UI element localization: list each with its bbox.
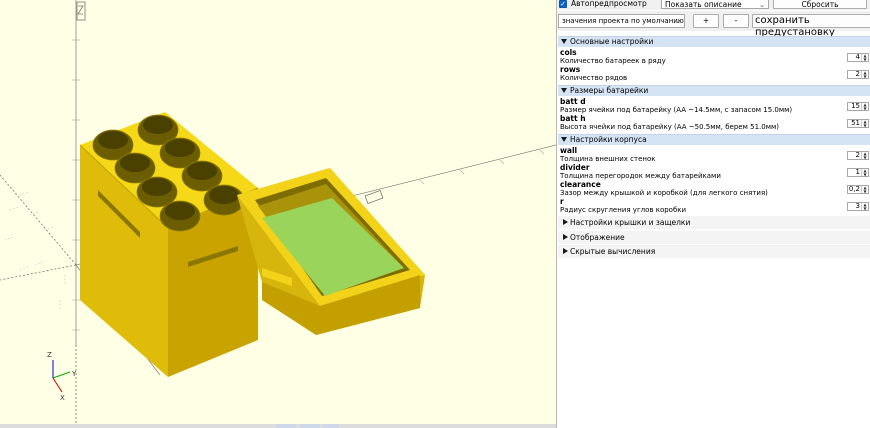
batt-d-spinbox[interactable]: 15 ▲ ▼ bbox=[847, 102, 869, 111]
spin-arrows-icon[interactable]: ▲ ▼ bbox=[861, 54, 868, 61]
expanded-triangle-icon bbox=[561, 39, 567, 44]
param-desc-wall: Толщина внешних стенок bbox=[560, 155, 656, 163]
chevron-down-icon: ⌄ bbox=[759, 1, 765, 9]
divider-spinbox[interactable]: 1 ▲ ▼ bbox=[847, 168, 869, 177]
wall-value: 2 bbox=[855, 151, 860, 159]
description-select[interactable]: Показать описание ⌄ bbox=[661, 0, 769, 9]
add-preset-button[interactable]: + bbox=[693, 14, 719, 28]
param-name-divider: divider bbox=[560, 163, 590, 172]
autopreview-label: Автопредпросмотр bbox=[571, 0, 647, 8]
axes-gizmo: Z Y X bbox=[47, 351, 77, 402]
lid-model bbox=[237, 168, 425, 335]
param-name-wall: wall bbox=[560, 146, 578, 155]
section-header-battery[interactable]: Размеры батарейки bbox=[558, 85, 870, 96]
clearance-spinbox[interactable]: 0,2 ▲ ▼ bbox=[847, 185, 869, 194]
r-spinbox[interactable]: 3 ▲ ▼ bbox=[847, 202, 869, 211]
cols-value: 4 bbox=[855, 53, 860, 61]
preset-row: значения проекта по умолчанию ⌄ + - сохр… bbox=[557, 11, 870, 38]
param-desc-batt-d: Размер ячейки под батарейку (AA ~14.5мм,… bbox=[560, 106, 793, 114]
autopreview-checkbox[interactable]: ✓ bbox=[559, 0, 567, 8]
status-bar bbox=[0, 424, 556, 428]
param-name-batt-h: batt h bbox=[560, 114, 586, 123]
spin-arrows-icon[interactable]: ▲ ▼ bbox=[861, 203, 868, 210]
param-name-batt-d: batt d bbox=[560, 97, 586, 106]
chevron-down-icon: ⌄ bbox=[675, 17, 681, 25]
scene-render: Z Y X bbox=[0, 0, 556, 428]
expanded-triangle-icon bbox=[561, 137, 567, 142]
param-name-rows: rows bbox=[560, 65, 581, 74]
spin-arrows-icon[interactable]: ▲ ▼ bbox=[861, 186, 868, 193]
toolbar-row: ✓ Автопредпросмотр Показать описание ⌄ С… bbox=[557, 0, 870, 10]
wall-spinbox[interactable]: 2 ▲ ▼ bbox=[847, 151, 869, 160]
param-desc-cols: Количество батареек в ряду bbox=[560, 57, 666, 65]
rows-value: 2 bbox=[855, 70, 860, 78]
spin-arrows-icon[interactable]: ▲ ▼ bbox=[861, 103, 868, 110]
batt-h-spinbox[interactable]: 51 ▲ ▼ bbox=[847, 119, 869, 128]
param-name-cols: cols bbox=[560, 48, 577, 57]
param-desc-divider: Толщина перегородок между батарейками bbox=[560, 172, 721, 180]
section-header-main[interactable]: Основные настройки bbox=[558, 36, 870, 47]
section-header-lid[interactable]: Настройки крышки и защелки bbox=[558, 216, 870, 229]
3d-viewport[interactable]: Z Y X bbox=[0, 0, 556, 428]
remove-preset-button[interactable]: - bbox=[723, 14, 749, 28]
cols-spinbox[interactable]: 4 ▲ ▼ bbox=[847, 53, 869, 62]
axis-label-z-top bbox=[76, 1, 86, 21]
spin-arrows-icon[interactable]: ▲ ▼ bbox=[861, 152, 868, 159]
section-title: Скрытые вычисления bbox=[570, 247, 656, 256]
batt-h-value: 51 bbox=[851, 119, 860, 127]
param-desc-clearance: Зазор между крышкой и коробкой (для легк… bbox=[560, 189, 768, 197]
gizmo-z-label: Z bbox=[47, 351, 52, 359]
preset-select[interactable]: значения проекта по умолчанию ⌄ bbox=[558, 14, 685, 28]
battery-box-model bbox=[79, 112, 259, 377]
spin-arrows-icon[interactable]: ▲ ▼ bbox=[861, 71, 868, 78]
section-title: Основные настройки bbox=[570, 37, 654, 46]
param-name-r: r bbox=[560, 197, 564, 206]
param-desc-rows: Количество рядов bbox=[560, 74, 628, 82]
collapsed-triangle-icon bbox=[563, 234, 568, 240]
y-axis-negative bbox=[0, 174, 77, 266]
reset-button[interactable]: Сбросить bbox=[773, 0, 867, 9]
collapsed-triangle-icon bbox=[563, 219, 568, 225]
section-title: Размеры батарейки bbox=[570, 86, 649, 95]
gizmo-x-label: X bbox=[60, 394, 65, 402]
clearance-value: 0,2 bbox=[848, 185, 860, 193]
preset-select-value: значения проекта по умолчанию bbox=[562, 17, 684, 25]
param-desc-batt-h: Высота ячейки под батарейку (AA ~50.5мм,… bbox=[560, 123, 779, 131]
save-preset-button[interactable]: сохранить предустановку bbox=[752, 14, 870, 38]
section-header-hidden[interactable]: Скрытые вычисления bbox=[558, 245, 870, 258]
section-header-display[interactable]: Отображение bbox=[558, 231, 870, 244]
r-value: 3 bbox=[855, 202, 860, 210]
param-desc-r: Радиус скругления углов коробки bbox=[560, 206, 687, 214]
section-header-case[interactable]: Настройки корпуса bbox=[558, 134, 870, 145]
batt-d-value: 15 bbox=[851, 102, 860, 110]
gizmo-y-label: Y bbox=[71, 370, 77, 378]
section-title: Настройки корпуса bbox=[570, 135, 647, 144]
expanded-triangle-icon bbox=[561, 88, 567, 93]
spin-arrows-icon[interactable]: ▲ ▼ bbox=[861, 169, 868, 176]
x-axis-negative bbox=[0, 264, 77, 281]
description-select-value: Показать описание bbox=[665, 0, 742, 9]
collapsed-triangle-icon bbox=[563, 248, 568, 254]
param-name-clearance: clearance bbox=[560, 180, 601, 189]
divider-value: 1 bbox=[855, 168, 860, 176]
spin-arrows-icon[interactable]: ▲ ▼ bbox=[861, 120, 868, 127]
section-title: Отображение bbox=[570, 233, 625, 242]
section-title: Настройки крышки и защелки bbox=[570, 218, 691, 227]
customizer-panel: ✓ Автопредпросмотр Показать описание ⌄ С… bbox=[556, 0, 870, 428]
rows-spinbox[interactable]: 2 ▲ ▼ bbox=[847, 70, 869, 79]
